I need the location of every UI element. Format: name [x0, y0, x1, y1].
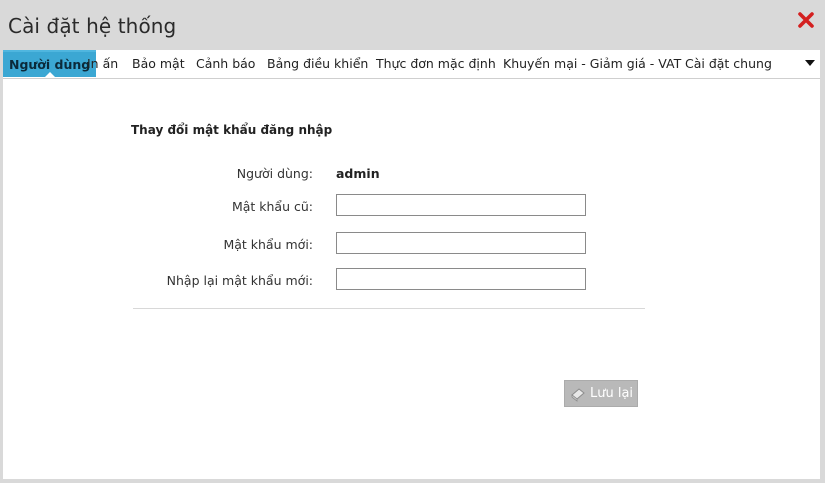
tab-bar: Người dùng In ấn Bảo mật Cảnh báo Bảng đ…	[3, 50, 820, 79]
confirm-password-field[interactable]	[336, 268, 586, 290]
old-password-field[interactable]	[336, 194, 586, 216]
tab-nguoi-dung[interactable]: Người dùng	[3, 50, 97, 78]
window-titlebar: Cài đặt hệ thống	[0, 0, 825, 50]
window-title: Cài đặt hệ thống	[8, 14, 177, 38]
tab-bang-dieu-khien[interactable]: Bảng điều khiển	[267, 50, 368, 77]
new-password-label: Mật khẩu mới:	[223, 237, 313, 252]
user-label: Người dùng:	[236, 166, 313, 181]
tab-thuc-don-mac-dinh[interactable]: Thực đơn mặc định	[376, 50, 496, 77]
section-title: Thay đổi mật khẩu đăng nhập	[131, 123, 333, 137]
close-icon[interactable]	[796, 10, 816, 30]
old-password-label: Mật khẩu cũ:	[231, 199, 313, 214]
tab-label: Người dùng	[9, 57, 91, 72]
active-tab-notch	[43, 72, 56, 78]
settings-panel: Thay đổi mật khẩu đăng nhập Người dùng: …	[3, 79, 820, 479]
save-icon	[571, 387, 585, 402]
new-password-field[interactable]	[336, 232, 586, 254]
save-button-label: Lưu lại	[590, 386, 634, 401]
tab-cai-dat-chung[interactable]: Cài đặt chung	[685, 50, 772, 77]
chevron-down-icon[interactable]	[804, 58, 816, 68]
confirm-password-label: Nhập lại mật khẩu mới:	[166, 273, 313, 288]
tab-khuyen-mai[interactable]: Khuyến mại - Giảm giá - VAT	[503, 50, 681, 77]
tab-bao-mat[interactable]: Bảo mật	[132, 50, 185, 77]
tab-canh-bao[interactable]: Cảnh báo	[196, 50, 255, 77]
form-divider	[133, 308, 645, 309]
user-value: admin	[336, 166, 380, 181]
save-button[interactable]: Lưu lại	[564, 380, 638, 407]
tab-in-an[interactable]: In ấn	[87, 50, 118, 77]
